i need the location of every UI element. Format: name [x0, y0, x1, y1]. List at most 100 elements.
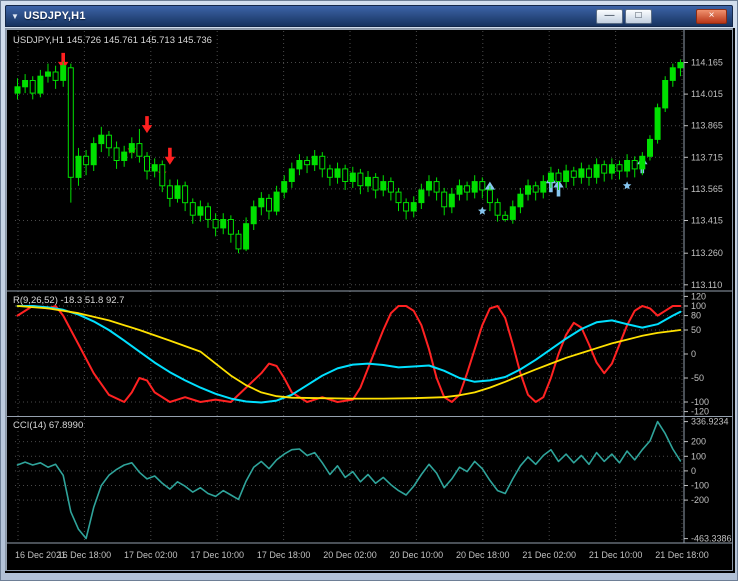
axis-label: -463.3386 [691, 534, 732, 544]
candle [494, 202, 501, 216]
chart-frame [6, 29, 732, 570]
candle [334, 168, 341, 178]
candle [189, 202, 196, 216]
axis-label: 113.415 [691, 216, 723, 226]
candle [365, 176, 371, 187]
time-label: 21 Dec 02:00 [522, 550, 576, 560]
candle [136, 143, 143, 157]
candle [586, 168, 592, 178]
candle [250, 206, 257, 225]
candle [395, 191, 402, 204]
candle [547, 172, 554, 183]
candle [456, 185, 463, 195]
candle [296, 160, 303, 170]
candle [212, 219, 219, 229]
window-controls: — □ × [596, 8, 727, 24]
candle [197, 206, 204, 216]
candle [471, 181, 478, 193]
time-label: 17 Dec 18:00 [257, 550, 311, 560]
time-axis: 16 Dec 202116 Dec 18:00 17 Dec 02:00 17 De… [15, 550, 709, 560]
axis-label: 336.9234 [691, 417, 729, 427]
axis-label: 100 [691, 451, 706, 461]
candle [517, 193, 524, 208]
candle [601, 164, 608, 174]
time-label: 17 Dec 10:00 [190, 550, 244, 560]
chart-client-area: 114.165 114.015 113.865 113.715 113.565 113.4… [5, 28, 735, 573]
candle [235, 233, 242, 250]
candle [479, 181, 486, 191]
axis-label: -50 [691, 373, 704, 383]
candle [128, 143, 135, 153]
time-label: 17 Dec 02:00 [124, 550, 178, 560]
minimize-button[interactable]: — [596, 8, 623, 24]
cci-line [16, 420, 682, 540]
chart-dropdown-icon: ▼ [11, 11, 19, 21]
candle [105, 134, 112, 149]
candle [83, 155, 90, 166]
candle [525, 185, 531, 195]
window-title: USDJPY,H1 [23, 10, 86, 22]
candle [151, 164, 158, 172]
candle [281, 181, 288, 193]
axis-label: -120 [691, 407, 709, 417]
axis-label: 200 [691, 437, 706, 447]
candle [608, 164, 615, 174]
candle [563, 170, 570, 182]
candle [578, 168, 585, 178]
candle [326, 168, 333, 178]
time-label: 20 Dec 02:00 [323, 550, 377, 560]
axis-label: 113.565 [691, 184, 723, 194]
candle [410, 202, 417, 212]
candle [98, 134, 105, 145]
time-label: 21 Dec 18:00 [655, 550, 709, 560]
window-titlebar[interactable]: ▼ USDJPY,H1 — □ × [5, 5, 733, 27]
candle [372, 176, 379, 191]
axis-label: 113.715 [691, 152, 723, 162]
axis-label: 120 [691, 291, 706, 301]
candle [166, 185, 173, 199]
restore-button[interactable]: □ [625, 8, 652, 24]
candle [639, 155, 646, 170]
candle [144, 155, 150, 172]
candle [182, 185, 189, 204]
axis-label: 113.260 [691, 248, 723, 258]
axis-label: 0 [691, 349, 696, 359]
candle [357, 172, 364, 187]
candle [258, 197, 265, 208]
candle [502, 214, 509, 221]
candle [273, 191, 280, 212]
close-button[interactable]: × [696, 8, 727, 24]
candle [45, 71, 51, 77]
candle [426, 181, 432, 191]
candle [418, 189, 425, 204]
wpr-slow-line [16, 305, 682, 400]
time-label: 16 Dec 18:00 [58, 550, 112, 560]
candle [14, 86, 21, 94]
candle [403, 202, 410, 212]
buy-star-icon [478, 206, 487, 215]
candle [616, 164, 623, 172]
candle [532, 185, 539, 193]
chart-canvas[interactable]: 114.165 114.015 113.865 113.715 113.565 113.4… [5, 28, 733, 571]
time-label: 20 Dec 10:00 [390, 550, 444, 560]
chart-window: ▼ USDJPY,H1 — □ × 114.165 114.015 113.865 1… [0, 0, 738, 581]
candle [174, 185, 181, 199]
candle [380, 181, 387, 191]
candle [631, 160, 638, 170]
sell-arrow-icon [164, 147, 176, 165]
candle [22, 80, 29, 88]
candle [540, 181, 547, 193]
candle [486, 189, 493, 204]
candle [243, 223, 250, 250]
candle [266, 197, 272, 212]
chart-graphics [6, 29, 732, 570]
candle [570, 170, 577, 178]
axis-label: 114.165 [691, 58, 723, 68]
candle [52, 71, 59, 81]
axis-label: 114.015 [691, 89, 723, 99]
candle [113, 147, 120, 162]
candle [464, 185, 471, 193]
candle [37, 75, 44, 94]
value-axis: 114.165 114.015 113.865 113.715 113.565 113.4… [683, 30, 732, 544]
wpr-mid-line [16, 305, 682, 404]
